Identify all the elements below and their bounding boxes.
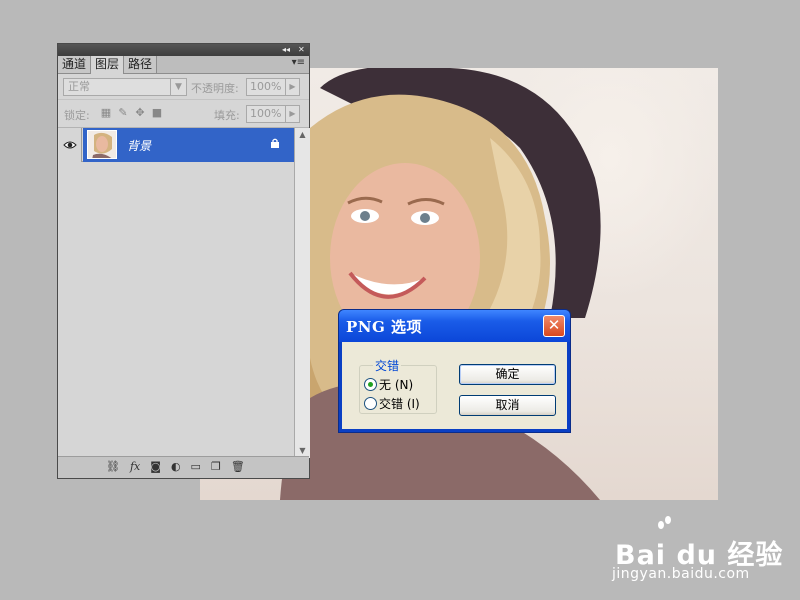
chevron-down-icon: ▼ bbox=[170, 79, 186, 95]
panel-titlebar: ◂◂ ✕ bbox=[58, 44, 309, 56]
close-icon[interactable]: ✕ bbox=[298, 44, 305, 56]
radio-interlaced-circle[interactable] bbox=[364, 397, 377, 410]
fill-field[interactable]: 100% ▶ bbox=[246, 105, 300, 123]
interlace-group-label: 交错 bbox=[373, 357, 402, 374]
layer-thumbnail bbox=[87, 130, 117, 159]
radio-interlaced-label: 交错 (I) bbox=[379, 397, 420, 411]
tab-paths[interactable]: 路径 bbox=[124, 56, 158, 73]
opacity-field[interactable]: 100% ▶ bbox=[246, 78, 300, 96]
mask-icon[interactable]: ◙ bbox=[150, 460, 161, 474]
blend-row: 正常 ▼ 不透明度: 100% ▶ bbox=[58, 74, 309, 100]
tab-channels[interactable]: 通道 bbox=[58, 56, 92, 73]
panel-footer: ⛓ fx ◙ ◐ ▭ ❐ 🗑 bbox=[58, 456, 309, 478]
radio-none-circle[interactable] bbox=[364, 378, 377, 391]
opacity-label: 不透明度: bbox=[191, 82, 239, 95]
new-layer-icon[interactable]: ❐ bbox=[211, 460, 221, 474]
layer-lock-icon bbox=[271, 138, 279, 148]
lock-label: 锁定: bbox=[64, 109, 90, 122]
lock-row: 锁定: ▦ ✎ ✥ ■ 填充: 100% ▶ bbox=[58, 100, 309, 128]
radio-none[interactable]: 无 (N) bbox=[364, 376, 413, 393]
tab-layers[interactable]: 图层 bbox=[91, 56, 125, 74]
cancel-button[interactable]: 取消 bbox=[459, 395, 556, 416]
footer-icons: ⛓ fx ◙ ◐ ▭ ❐ 🗑 bbox=[106, 460, 245, 474]
chevron-right-icon: ▶ bbox=[285, 79, 299, 95]
layers-list: 背景 bbox=[58, 128, 294, 458]
radio-interlaced[interactable]: 交错 (I) bbox=[364, 395, 420, 412]
lock-transparency-icon[interactable]: ▦ bbox=[100, 107, 112, 119]
fill-label: 填充: bbox=[214, 109, 240, 122]
lock-move-icon[interactable]: ✥ bbox=[134, 107, 146, 119]
folder-icon[interactable]: ▭ bbox=[191, 460, 201, 474]
watermark-url: jingyan.baidu.com bbox=[612, 566, 750, 582]
adjustment-icon[interactable]: ◐ bbox=[171, 460, 181, 474]
layers-panel: ◂◂ ✕ 通道 图层 路径 ▾≡ 正常 ▼ 不透明度: 100% ▶ 锁定: ▦… bbox=[57, 43, 310, 479]
eye-icon[interactable] bbox=[58, 128, 82, 162]
opacity-value: 100% bbox=[250, 80, 282, 93]
dialog-body: 交错 无 (N) 交错 (I) 确定 取消 bbox=[342, 342, 567, 429]
fx-icon[interactable]: fx bbox=[130, 460, 140, 474]
lock-brush-icon[interactable]: ✎ bbox=[117, 107, 129, 119]
chevron-right-icon: ▶ bbox=[285, 106, 299, 122]
trash-icon[interactable]: 🗑 bbox=[231, 460, 245, 474]
link-icon[interactable]: ⛓ bbox=[106, 460, 120, 474]
close-button[interactable]: ✕ bbox=[543, 315, 565, 337]
blend-mode-select[interactable]: 正常 ▼ bbox=[63, 78, 187, 96]
panel-menu-icon[interactable]: ▾≡ bbox=[292, 57, 305, 68]
lock-icons: ▦ ✎ ✥ ■ bbox=[100, 107, 163, 119]
dialog-title: PNG 选项 bbox=[346, 318, 423, 336]
fill-value: 100% bbox=[250, 107, 282, 120]
layer-name[interactable]: 背景 bbox=[127, 137, 151, 154]
radio-none-label: 无 (N) bbox=[379, 378, 414, 392]
collapse-icon[interactable]: ◂◂ bbox=[282, 44, 290, 56]
blend-mode-value: 正常 bbox=[68, 80, 90, 93]
scroll-up-icon[interactable]: ▲ bbox=[295, 128, 310, 142]
layers-scrollbar[interactable]: ▲ ▼ bbox=[294, 128, 310, 458]
ok-button[interactable]: 确定 bbox=[459, 364, 556, 385]
dialog-titlebar: PNG 选项 ✕ bbox=[339, 310, 570, 342]
png-options-dialog: PNG 选项 ✕ 交错 无 (N) 交错 (I) 确定 取消 bbox=[338, 309, 571, 433]
layer-selection[interactable]: 背景 bbox=[83, 128, 294, 162]
lock-all-icon[interactable]: ■ bbox=[151, 107, 163, 119]
panel-tabs: 通道 图层 路径 ▾≡ bbox=[58, 56, 309, 74]
layer-row-background[interactable]: 背景 bbox=[58, 128, 294, 162]
